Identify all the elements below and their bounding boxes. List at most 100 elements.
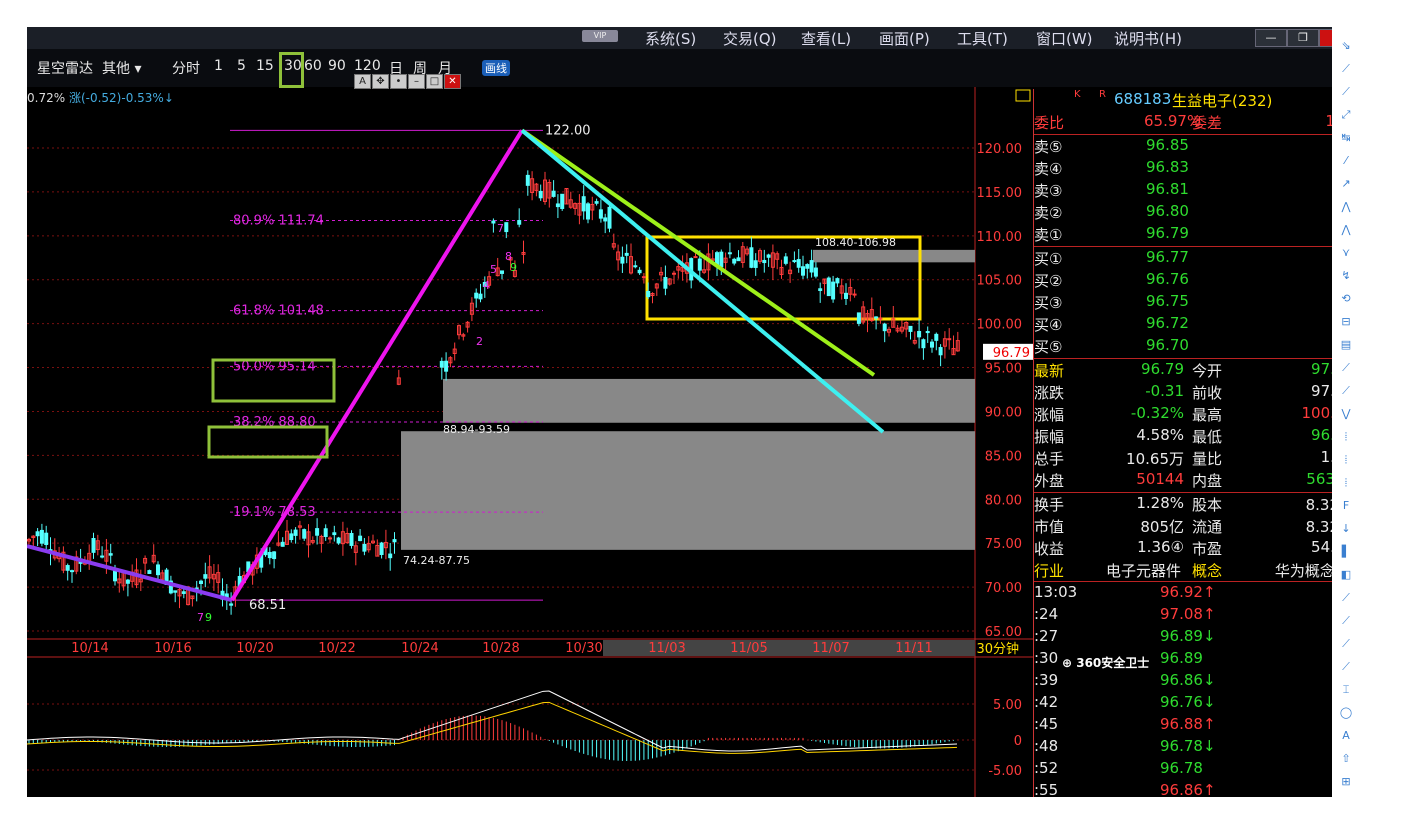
- sell-level-row[interactable]: 卖①96.792: [1034, 223, 1354, 245]
- menu-window[interactable]: 窗口(W): [1036, 28, 1093, 49]
- drawing-tool-icon[interactable]: ⟋: [1338, 85, 1354, 99]
- tick-row[interactable]: :5596.86↑6: [1034, 780, 1354, 797]
- sell-price: 96.80: [1146, 202, 1189, 220]
- menu-help[interactable]: 说明书(H): [1114, 28, 1182, 49]
- candle-body: [280, 541, 285, 547]
- drawing-tool-icon[interactable]: ⦙: [1338, 430, 1354, 444]
- stat-value: 10.65万: [1126, 450, 1184, 468]
- candle-body: [852, 293, 857, 296]
- drawing-tool-icon[interactable]: ⟋: [1338, 384, 1354, 398]
- tick-row[interactable]: :2497.08↑56: [1034, 604, 1354, 626]
- drawing-tool-icon[interactable]: ⇧: [1338, 752, 1354, 766]
- k-label[interactable]: K: [1074, 89, 1081, 100]
- stat-value: 1.36④: [1137, 538, 1184, 556]
- industry-value[interactable]: 电子元器件: [1106, 560, 1181, 581]
- tick-row[interactable]: 13:0396.92↑3: [1034, 582, 1354, 604]
- tick-row[interactable]: :3996.86↓4: [1034, 670, 1354, 692]
- security-badge[interactable]: ⊕ 360安全卫士: [1062, 654, 1149, 671]
- zone-upper: [813, 249, 975, 263]
- candle-body: [908, 325, 913, 332]
- drawing-tool-icon[interactable]: ⋀: [1338, 223, 1354, 237]
- drawing-tool-icon[interactable]: ↹: [1338, 131, 1354, 145]
- drawing-tool-icon[interactable]: ⟋: [1338, 660, 1354, 674]
- drawing-tool-icon[interactable]: ▌: [1338, 545, 1354, 559]
- candle-body: [753, 260, 758, 268]
- sell-level-row[interactable]: 卖⑤96.8518: [1034, 135, 1354, 157]
- zone-lower: [401, 431, 975, 550]
- drawing-tool-icon[interactable]: ⟋: [1338, 62, 1354, 76]
- minimize-button[interactable]: —: [1255, 29, 1287, 47]
- candle-body: [796, 259, 801, 268]
- buy-level-row[interactable]: 买④96.722: [1034, 313, 1354, 335]
- tick-time: 13:03: [1034, 583, 1078, 601]
- drawing-tool-icon[interactable]: ⊟: [1338, 315, 1354, 329]
- stock-code: 688183: [1114, 90, 1172, 108]
- tick-row[interactable]: :2796.89↓4: [1034, 626, 1354, 648]
- sequence-count-label: 4: [483, 279, 490, 292]
- buy-price: 96.76: [1146, 270, 1189, 288]
- sell-level-row[interactable]: 卖③96.8112: [1034, 179, 1354, 201]
- tick-row[interactable]: :4896.78↓24: [1034, 736, 1354, 758]
- sell-level-row[interactable]: 卖②96.803: [1034, 201, 1354, 223]
- stat-row[interactable]: 涨跌-0.31前收97.10: [1034, 381, 1354, 403]
- r-label[interactable]: R: [1099, 89, 1106, 100]
- buy-level-row[interactable]: 买①96.7712: [1034, 247, 1354, 269]
- price-chart[interactable]: 120.00115.00110.00105.00100.0095.0090.00…: [27, 27, 1033, 797]
- tick-time: :48: [1034, 737, 1059, 755]
- stat-row[interactable]: 最新96.79今开97.00: [1034, 359, 1354, 381]
- stat-row[interactable]: 收益1.36④市盈54.17: [1034, 537, 1354, 559]
- drawing-tool-icon[interactable]: ⦙: [1338, 453, 1354, 467]
- candle-body: [328, 537, 332, 540]
- buy-level-row[interactable]: 买③96.7512: [1034, 291, 1354, 313]
- sell-price: 96.79: [1146, 224, 1189, 242]
- candle-body: [766, 254, 771, 258]
- drawing-tool-icon[interactable]: ⊞: [1338, 775, 1354, 789]
- candle-body: [491, 220, 496, 224]
- drawing-tool-icon[interactable]: ⟲: [1338, 292, 1354, 306]
- drawing-tool-icon[interactable]: ⇘: [1338, 39, 1354, 53]
- candle-body: [555, 203, 560, 208]
- stat-row[interactable]: 总手10.65万量比1.04: [1034, 447, 1354, 469]
- drawing-tool-icon[interactable]: ⤢: [1338, 108, 1354, 122]
- drawing-tool-icon[interactable]: ◧: [1338, 568, 1354, 582]
- sell-price: 96.85: [1146, 136, 1189, 154]
- tick-row[interactable]: :4296.76↓55: [1034, 692, 1354, 714]
- drawing-tool-icon[interactable]: ⟋: [1338, 591, 1354, 605]
- date-tick-label: 10/14: [71, 641, 108, 656]
- stock-name: 生益电子(232): [1172, 92, 1273, 110]
- buy-level-row[interactable]: 买⑤96.7079: [1034, 335, 1354, 357]
- stat-row[interactable]: 换手 1.28% 股本 8.32亿: [1034, 493, 1354, 515]
- candle-body: [783, 256, 788, 264]
- stat-row[interactable]: 振幅4.58%最低96.37: [1034, 425, 1354, 447]
- drawing-tool-icon[interactable]: ▤: [1338, 338, 1354, 352]
- drawing-tool-icon[interactable]: ⋀: [1338, 200, 1354, 214]
- buy-level-row[interactable]: 买②96.7686: [1034, 269, 1354, 291]
- tick-row[interactable]: :5296.789: [1034, 758, 1354, 780]
- drawing-tool-icon[interactable]: ⁄: [1338, 154, 1354, 168]
- stat-label: 前收: [1192, 384, 1223, 402]
- fib-label: 19.1% 78.53: [233, 505, 316, 520]
- stat-row[interactable]: 涨幅 -0.32% 最高 100.82: [1034, 403, 1354, 425]
- drawing-tool-icon[interactable]: ↯: [1338, 269, 1354, 283]
- stat-row[interactable]: 市值 805亿 流通 8.32亿: [1034, 515, 1354, 537]
- stat-value: 1.28%: [1136, 494, 1184, 512]
- restore-button[interactable]: ❐: [1287, 29, 1319, 47]
- drawing-tool-icon[interactable]: ⌶: [1338, 683, 1354, 697]
- drawing-tool-icon[interactable]: F: [1338, 499, 1354, 513]
- candle-body: [70, 570, 74, 573]
- buy-level-label: 买③: [1034, 294, 1063, 312]
- drawing-tool-icon[interactable]: ↗: [1338, 177, 1354, 191]
- drawing-tool-icon[interactable]: ◯: [1338, 706, 1354, 720]
- drawing-tool-icon[interactable]: ⟋: [1338, 361, 1354, 375]
- drawing-tool-icon[interactable]: ⟋: [1338, 614, 1354, 628]
- tick-row[interactable]: :4596.88↑12: [1034, 714, 1354, 736]
- drawing-tool-icon[interactable]: ⋁: [1338, 407, 1354, 421]
- drawing-tool-icon[interactable]: ⟋: [1338, 637, 1354, 651]
- sell-level-row[interactable]: 卖④96.835: [1034, 157, 1354, 179]
- stat-row[interactable]: 外盘 50144 内盘 56334: [1034, 469, 1354, 491]
- drawing-tool-icon[interactable]: A: [1338, 729, 1354, 743]
- drawing-tool-icon[interactable]: ⦙: [1338, 476, 1354, 490]
- drawing-tool-icon[interactable]: ⋎: [1338, 246, 1354, 260]
- sell-price: 96.83: [1146, 158, 1189, 176]
- drawing-tool-icon[interactable]: ↓: [1338, 522, 1354, 536]
